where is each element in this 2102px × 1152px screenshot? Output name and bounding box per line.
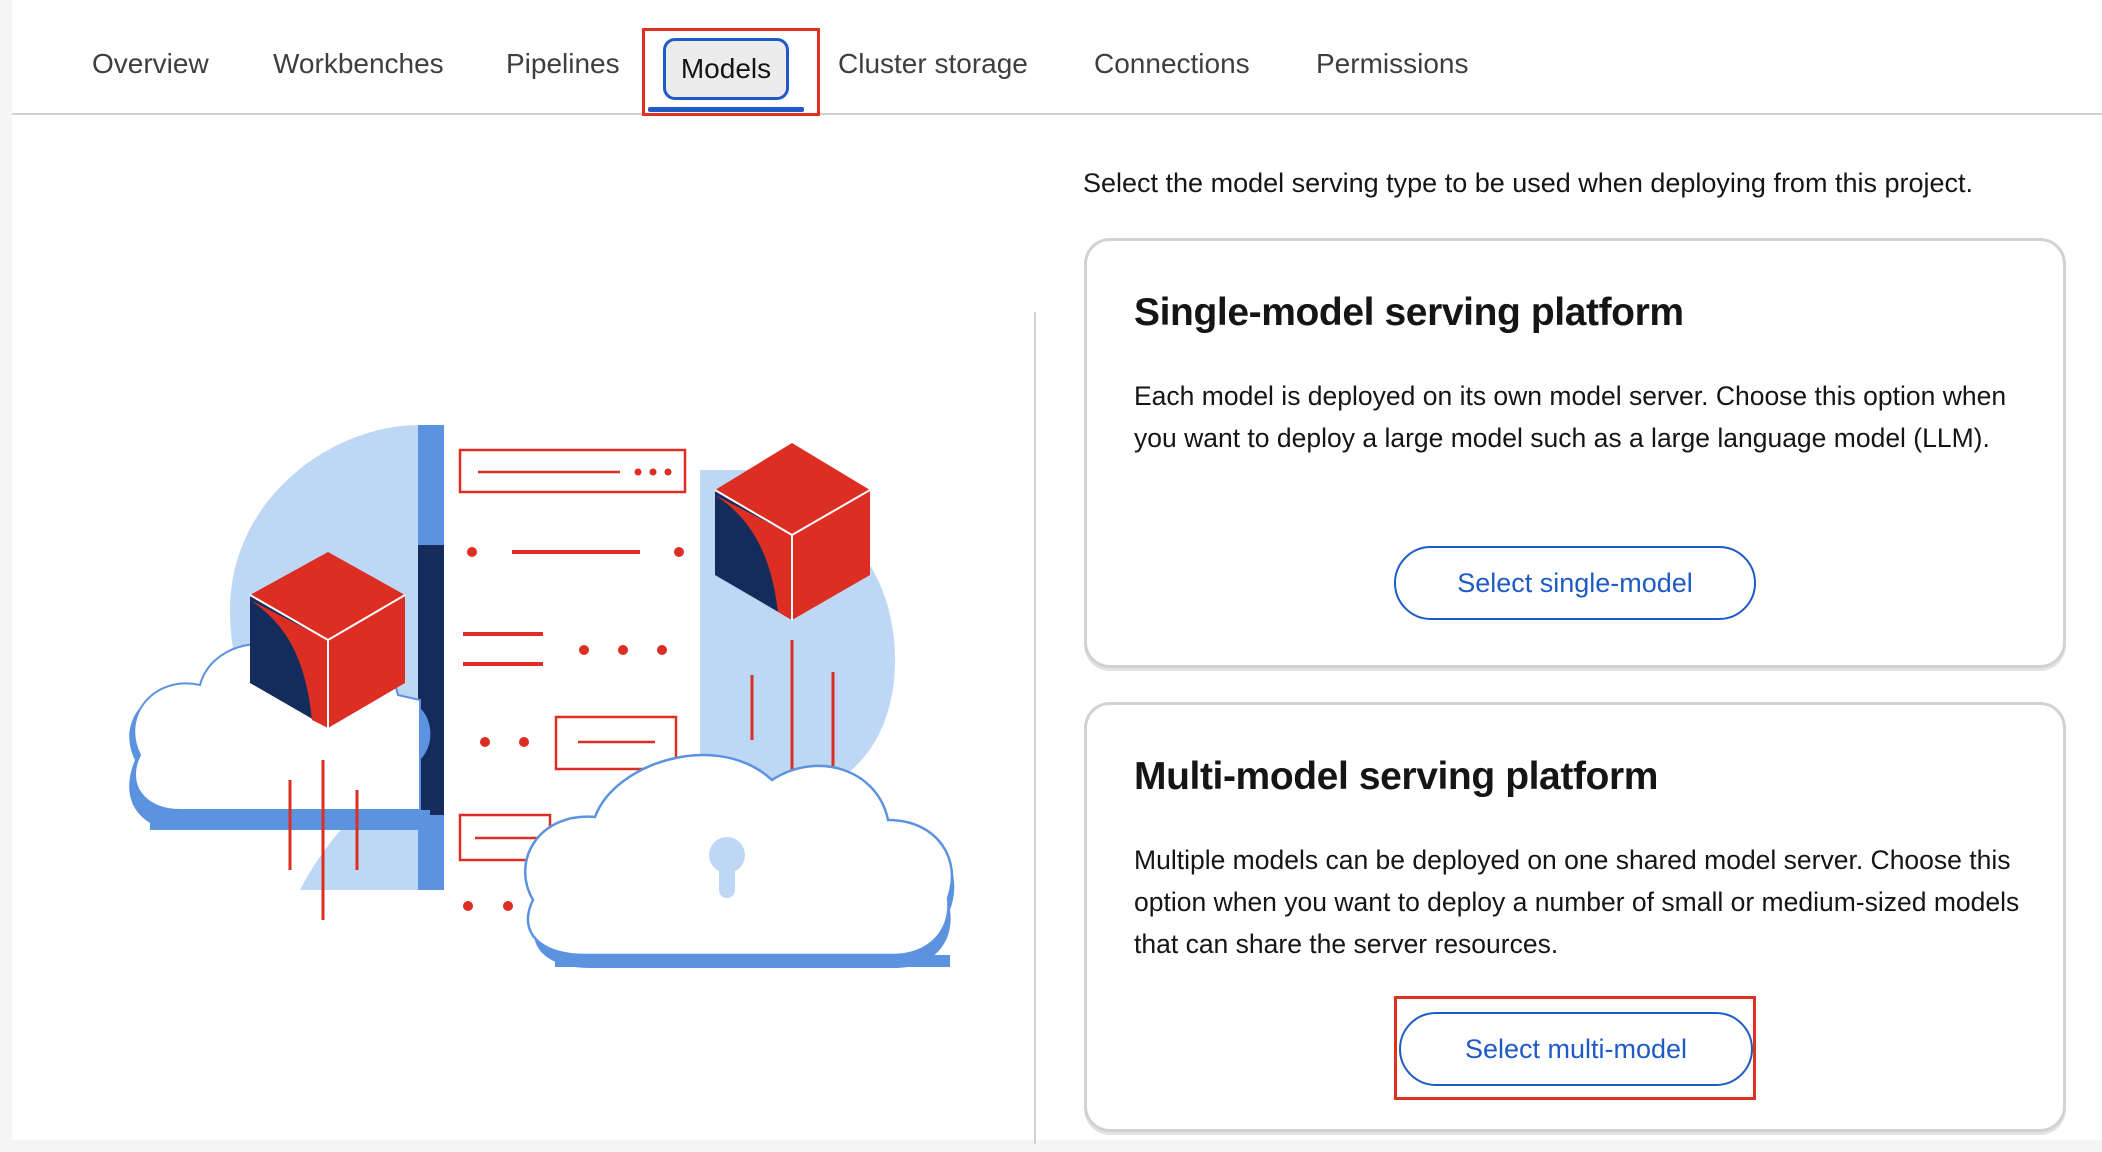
multi-model-card: Multi-model serving platform Multiple mo… — [1084, 702, 2066, 1132]
select-single-model-button[interactable]: Select single-model — [1394, 546, 1756, 620]
single-model-card: Single-model serving platform Each model… — [1084, 238, 2066, 668]
pillar-middle — [418, 545, 444, 815]
select-multi-model-button[interactable]: Select multi-model — [1399, 1012, 1753, 1086]
multi-model-description: Multiple models can be deployed on one s… — [1134, 845, 2020, 959]
pillar-top — [418, 425, 444, 545]
serving-type-intro: Select the model serving type to be used… — [1083, 168, 1973, 198]
panel-divider — [1034, 312, 1036, 1144]
model-serving-illustration — [129, 425, 955, 968]
page-bottom-strip — [0, 1140, 2102, 1152]
single-model-title: Single-model serving platform — [1134, 291, 1684, 334]
multi-model-title: Multi-model serving platform — [1134, 755, 1659, 798]
secure-cloud — [523, 753, 955, 968]
single-model-description: Each model is deployed on its own model … — [1134, 381, 2007, 453]
tab-permissions[interactable]: Permissions — [1316, 48, 1468, 80]
tab-connections[interactable]: Connections — [1094, 48, 1250, 80]
